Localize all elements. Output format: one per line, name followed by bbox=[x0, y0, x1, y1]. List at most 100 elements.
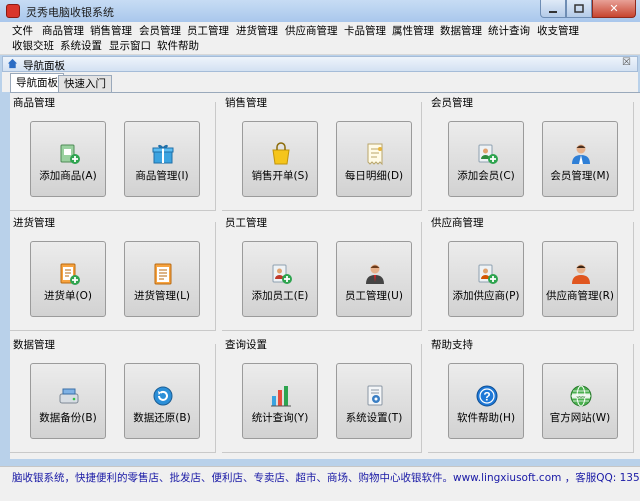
add-employee-button[interactable]: 添加员工(E) bbox=[242, 241, 318, 317]
tab-quick-start[interactable]: 快速入门 bbox=[58, 75, 112, 92]
daily-detail-button[interactable]: 每日明细(D) bbox=[336, 121, 412, 197]
menu-bar: 文件 商品管理 销售管理 会员管理 员工管理 进货管理 供应商管理 卡品管理 属… bbox=[0, 22, 640, 55]
official-website-button[interactable]: www 官方网站(W) bbox=[542, 363, 618, 439]
data-restore-button[interactable]: 数据还原(B) bbox=[124, 363, 200, 439]
group-title: 帮助支持 bbox=[431, 339, 473, 351]
member-person-icon bbox=[572, 144, 590, 164]
status-bar: 脑收银系统，快捷便利的零售店、批发店、便利店、专卖店、超市、商场、购物中心收银软… bbox=[0, 466, 640, 501]
statistics-query-button[interactable]: 统计查询(Y) bbox=[242, 363, 318, 439]
group-title: 商品管理 bbox=[13, 97, 55, 109]
gift-box-icon bbox=[152, 144, 174, 164]
title-bar: 灵秀电脑收银系统 ✕ bbox=[0, 0, 640, 23]
data-backup-button[interactable]: 数据备份(B) bbox=[30, 363, 106, 439]
menu-help[interactable]: 软件帮助 bbox=[157, 39, 199, 54]
app-icon bbox=[6, 4, 20, 18]
close-icon: ✕ bbox=[609, 2, 619, 15]
menu-attributes[interactable]: 属性管理 bbox=[392, 24, 434, 39]
menu-employees[interactable]: 员工管理 bbox=[187, 24, 229, 39]
tile-label: 系统设置(T) bbox=[345, 412, 403, 424]
minimize-icon bbox=[549, 10, 557, 13]
add-document-icon bbox=[60, 263, 80, 285]
group-title: 供应商管理 bbox=[431, 217, 484, 229]
purchase-manage-button[interactable]: 进货管理(L) bbox=[124, 241, 200, 317]
tile-label: 供应商管理(R) bbox=[546, 290, 614, 302]
menu-products[interactable]: 商品管理 bbox=[42, 24, 84, 39]
maximize-icon bbox=[574, 3, 584, 13]
menu-sales[interactable]: 销售管理 bbox=[90, 24, 132, 39]
menu-statistics[interactable]: 统计查询 bbox=[488, 24, 530, 39]
group-title: 会员管理 bbox=[431, 97, 473, 109]
tile-label: 数据还原(B) bbox=[133, 412, 191, 424]
add-product-button[interactable]: 添加商品(A) bbox=[30, 121, 106, 197]
group-help-support: 帮助支持 ? 软件帮助(H) www 官方网站(W) bbox=[428, 337, 634, 453]
add-employee-icon bbox=[272, 264, 292, 284]
supplier-manage-button[interactable]: 供应商管理(R) bbox=[542, 241, 618, 317]
tab-strip: 导航面板 快速入门 bbox=[2, 72, 638, 92]
menu-cards[interactable]: 卡品管理 bbox=[344, 24, 386, 39]
software-help-button[interactable]: ? 软件帮助(H) bbox=[448, 363, 524, 439]
group-title: 销售管理 bbox=[225, 97, 267, 109]
employee-person-icon bbox=[366, 264, 384, 284]
group-query-settings: 查询设置统计查询(Y) 系统设置(T) bbox=[222, 337, 422, 453]
status-marquee: 脑收银系统，快捷便利的零售店、批发店、便利店、专卖店、超市、商场、购物中心收银软… bbox=[12, 472, 640, 484]
tab-navigation[interactable]: 导航面板 bbox=[10, 73, 64, 92]
purchase-order-button[interactable]: 进货单(O) bbox=[30, 241, 106, 317]
panel-close-icon[interactable]: ☒ bbox=[622, 57, 631, 68]
menu-file[interactable]: 文件 bbox=[12, 24, 33, 39]
group-sales: 销售管理销售开单(S) 每日明细(D) bbox=[222, 95, 422, 211]
menu-window[interactable]: 显示窗口 bbox=[109, 39, 151, 54]
add-product-icon bbox=[60, 144, 80, 164]
maximize-button[interactable] bbox=[566, 0, 592, 18]
menu-data[interactable]: 数据管理 bbox=[440, 24, 482, 39]
add-member-button[interactable]: 添加会员(C) bbox=[448, 121, 524, 197]
tile-label: 添加商品(A) bbox=[39, 170, 97, 182]
group-members: 会员管理添加会员(C) 会员管理(M) bbox=[428, 95, 634, 211]
group-title: 查询设置 bbox=[225, 339, 267, 351]
group-title: 数据管理 bbox=[13, 339, 55, 351]
employee-manage-button[interactable]: 员工管理(U) bbox=[336, 241, 412, 317]
tile-label: 会员管理(M) bbox=[550, 170, 610, 182]
menu-system-settings[interactable]: 系统设置 bbox=[60, 39, 102, 54]
bar-chart-icon bbox=[271, 386, 291, 407]
tile-label: 官方网站(W) bbox=[549, 412, 611, 424]
tile-label: 添加员工(E) bbox=[251, 290, 309, 302]
member-manage-button[interactable]: 会员管理(M) bbox=[542, 121, 618, 197]
menu-suppliers[interactable]: 供应商管理 bbox=[285, 24, 338, 39]
sales-order-button[interactable]: 销售开单(S) bbox=[242, 121, 318, 197]
shopping-bag-icon bbox=[272, 142, 290, 165]
close-button[interactable]: ✕ bbox=[592, 0, 636, 18]
minimize-button[interactable] bbox=[540, 0, 566, 18]
tile-label: 销售开单(S) bbox=[251, 170, 309, 182]
receipt-icon bbox=[367, 143, 383, 166]
tile-label: 统计查询(Y) bbox=[251, 412, 309, 424]
group-purchasing: 进货管理进货单(O) 进货管理(L) bbox=[10, 215, 216, 331]
menu-purchasing[interactable]: 进货管理 bbox=[236, 24, 278, 39]
menu-shift-handover[interactable]: 收银交班 bbox=[12, 39, 54, 54]
supplier-person-icon bbox=[572, 264, 590, 284]
restore-icon bbox=[153, 386, 173, 406]
group-employees: 员工管理添加员工(E) 员工管理(U) bbox=[222, 215, 422, 331]
backup-disk-icon bbox=[59, 388, 79, 404]
add-supplier-button[interactable]: 添加供应商(P) bbox=[448, 241, 524, 317]
tile-label: 添加供应商(P) bbox=[452, 290, 520, 302]
tile-label: 进货管理(L) bbox=[133, 290, 191, 302]
nav-panel-title: 导航面板 bbox=[23, 60, 65, 72]
system-settings-button[interactable]: 系统设置(T) bbox=[336, 363, 412, 439]
menu-members[interactable]: 会员管理 bbox=[139, 24, 181, 39]
tile-label: 商品管理(I) bbox=[135, 170, 189, 182]
document-list-icon bbox=[154, 263, 172, 285]
group-title: 员工管理 bbox=[225, 217, 267, 229]
tile-label: 数据备份(B) bbox=[39, 412, 97, 424]
home-icon bbox=[7, 58, 18, 69]
group-title: 进货管理 bbox=[13, 217, 55, 229]
group-data: 数据管理数据备份(B) 数据还原(B) bbox=[10, 337, 216, 453]
tile-label: 进货单(O) bbox=[44, 290, 92, 302]
tile-label: 每日明细(D) bbox=[344, 170, 404, 182]
product-manage-button[interactable]: 商品管理(I) bbox=[124, 121, 200, 197]
settings-document-icon bbox=[367, 385, 383, 406]
navigation-content: 商品管理添加商品(A) 商品管理(I) 销售管理销售开单(S) 每日明细(D) 会员管理… bbox=[10, 92, 640, 459]
window-title: 灵秀电脑收银系统 bbox=[26, 6, 114, 19]
svg-text:?: ? bbox=[483, 390, 490, 404]
window-controls: ✕ bbox=[540, 0, 636, 18]
menu-finance[interactable]: 收支管理 bbox=[537, 24, 579, 39]
